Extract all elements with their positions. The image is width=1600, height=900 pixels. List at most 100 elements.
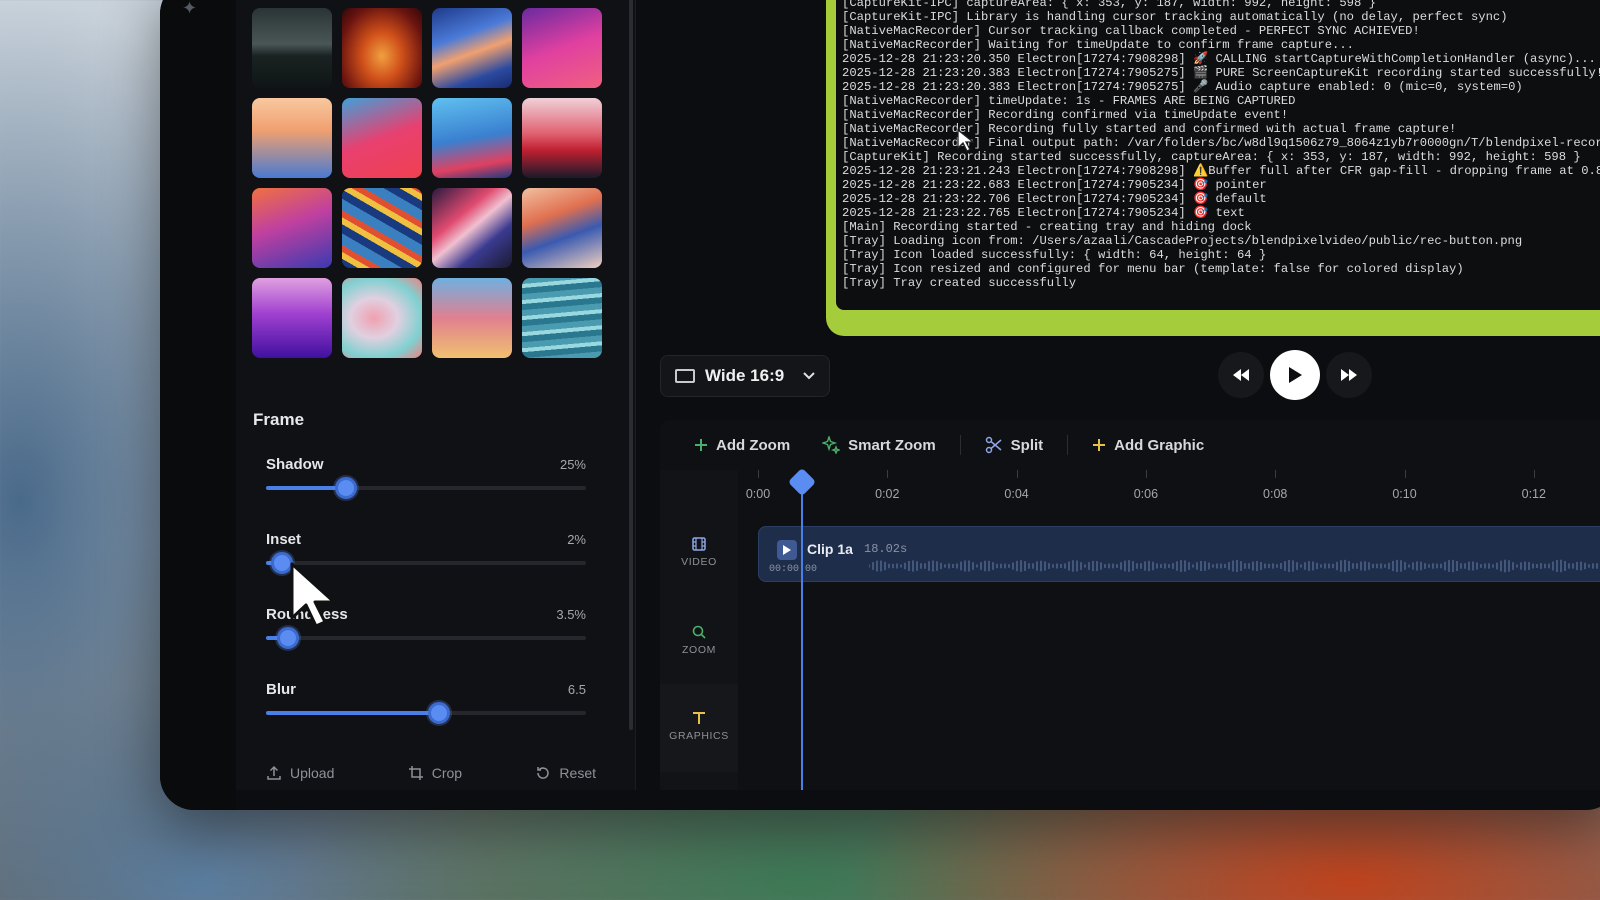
slider-value: 3.5% xyxy=(556,607,586,622)
aspect-ratio-dropdown[interactable]: Wide 16:9 xyxy=(660,355,830,397)
zoom-track-label[interactable]: ZOOM xyxy=(660,624,738,656)
upload-button[interactable]: Upload xyxy=(266,765,334,781)
wallpaper-thumb[interactable] xyxy=(522,98,602,178)
playhead-line[interactable] xyxy=(801,480,803,790)
mouse-cursor-icon xyxy=(290,562,336,628)
split-button[interactable]: Split xyxy=(985,436,1044,454)
ruler-label: 0:10 xyxy=(1392,487,1417,501)
split-label: Split xyxy=(1010,436,1044,454)
skip-forward-button[interactable] xyxy=(1326,352,1372,398)
add-graphic-label: Add Graphic xyxy=(1114,436,1205,454)
upload-icon xyxy=(267,765,281,780)
crop-icon xyxy=(408,766,423,780)
wallpaper-thumb[interactable] xyxy=(432,278,512,358)
ruler-tick xyxy=(1533,470,1535,478)
rewind-icon xyxy=(1233,369,1249,381)
slider-track[interactable] xyxy=(266,477,586,499)
scissors-icon xyxy=(985,436,1002,454)
slider-value: 6.5 xyxy=(567,682,586,697)
search-icon xyxy=(692,625,706,639)
terminal-line: [CaptureKit-IPC] captureArea: { x: 353, … xyxy=(842,0,1376,10)
clip-play-button[interactable] xyxy=(777,540,797,560)
slider-fill xyxy=(266,711,439,715)
play-button[interactable] xyxy=(1270,350,1320,400)
wallpaper-thumb[interactable] xyxy=(342,98,422,178)
wallpaper-thumb[interactable] xyxy=(252,278,332,358)
wallpaper-thumb[interactable] xyxy=(252,8,332,88)
slider-track[interactable] xyxy=(266,702,586,724)
terminal-line: [NativeMacRecorder] Waiting for timeUpda… xyxy=(842,38,1354,52)
wallpaper-thumb[interactable] xyxy=(522,188,602,268)
aspect-ratio-icon xyxy=(675,369,695,383)
skip-back-button[interactable] xyxy=(1218,352,1264,398)
ruler-label: 0:04 xyxy=(1004,487,1029,501)
slider-fill xyxy=(266,486,346,490)
zoom-label: ZOOM xyxy=(682,644,716,656)
wallpaper-thumb[interactable] xyxy=(342,8,422,88)
terminal-line: [Main] Recording started - creating tray… xyxy=(842,220,1252,234)
toolbar-divider xyxy=(1067,435,1069,455)
chevron-down-icon xyxy=(803,372,815,380)
smart-zoom-button[interactable]: Smart Zoom xyxy=(822,436,936,454)
wallpaper-thumb[interactable] xyxy=(252,188,332,268)
graphics-track-label[interactable]: GRAPHICS xyxy=(660,684,738,772)
add-zoom-label: Add Zoom xyxy=(716,436,791,454)
slider-track[interactable] xyxy=(266,627,586,649)
video-track-label[interactable]: VIDEO xyxy=(660,536,738,568)
terminal-line: 2025-12-28 21:23:20.383 Electron[17274:7… xyxy=(842,80,1523,94)
terminal-line: [NativeMacRecorder] Recording confirmed … xyxy=(842,108,1289,122)
video-label: VIDEO xyxy=(681,556,717,568)
smart-zoom-label: Smart Zoom xyxy=(848,436,936,454)
terminal-line: 2025-12-28 21:23:21.243 Electron[17274:7… xyxy=(842,164,1600,178)
wallpaper-thumb[interactable] xyxy=(342,188,422,268)
wallpaper-thumb[interactable] xyxy=(522,8,602,88)
fast-forward-icon xyxy=(1341,369,1357,381)
sidebar-strip: ✦ xyxy=(160,0,236,810)
frame-actions: Upload Crop Reset xyxy=(266,765,596,781)
wallpaper-thumb[interactable] xyxy=(252,98,332,178)
slider-label: Inset xyxy=(266,531,302,548)
wallpaper-thumb[interactable] xyxy=(432,188,512,268)
panel-scrollbar[interactable] xyxy=(629,0,633,730)
slider-thumb[interactable] xyxy=(335,477,357,499)
slider-thumb[interactable] xyxy=(427,702,450,724)
terminal-line: 2025-12-28 21:23:22.683 Electron[17274:7… xyxy=(842,178,1267,192)
timeline-ruler[interactable]: 0:00 0:02 0:04 0:06 0:08 0:10 0:12 xyxy=(740,470,1600,514)
add-zoom-button[interactable]: Add Zoom xyxy=(694,437,790,454)
terminal-line: [Tray] Loading icon from: /Users/azaali/… xyxy=(842,234,1523,248)
wallpaper-thumb[interactable] xyxy=(342,278,422,358)
aspect-ratio-label: Wide 16:9 xyxy=(705,366,785,385)
wallpaper-thumb[interactable] xyxy=(522,278,602,358)
pointer-cursor-icon xyxy=(957,128,975,152)
timeline-toolbar: Add Zoom Smart Zoom Split Add Graphic xyxy=(694,435,1236,455)
reset-button[interactable]: Reset xyxy=(535,765,596,781)
wallpaper-thumb[interactable] xyxy=(432,8,512,88)
reset-label: Reset xyxy=(559,765,596,781)
crop-button[interactable]: Crop xyxy=(408,765,462,781)
upload-label: Upload xyxy=(290,765,335,781)
clip-timecode: 00:00:00 xyxy=(769,564,818,575)
terminal-line: 2025-12-28 21:23:20.383 Electron[17274:7… xyxy=(842,66,1600,80)
sparkle-icon[interactable]: ✦ xyxy=(182,0,197,19)
wallpaper-grid xyxy=(252,0,602,358)
terminal-line: [Tray] Tray created successfully xyxy=(842,276,1077,290)
terminal-line: [Tray] Icon loaded successfully: { width… xyxy=(842,248,1267,262)
reset-icon xyxy=(537,767,550,779)
ruler-label: 0:02 xyxy=(875,487,900,501)
ruler-tick xyxy=(1145,470,1147,478)
slider-value: 25% xyxy=(559,457,586,472)
sparkle-icon xyxy=(822,436,841,454)
ruler-label: 0:06 xyxy=(1133,487,1159,501)
video-clip[interactable]: Clip 1a 18.02s 00:00:00 xyxy=(758,526,1600,582)
ruler-label: 0:00 xyxy=(745,487,771,501)
ruler-label: 0:08 xyxy=(1263,487,1288,501)
ruler-tick xyxy=(887,470,889,478)
terminal-line: [NativeMacRecorder] timeUpdate: 1s - FRA… xyxy=(842,94,1296,108)
ruler-label: 0:12 xyxy=(1521,487,1546,501)
plus-icon xyxy=(695,439,707,451)
preview-terminal: [NativeMacRecorder] Captured captureArea… xyxy=(836,0,1600,310)
graphics-label: GRAPHICS xyxy=(669,730,729,742)
add-graphic-button[interactable]: Add Graphic xyxy=(1092,437,1204,454)
wallpaper-thumb[interactable] xyxy=(432,98,512,178)
ruler-tick xyxy=(1275,470,1277,478)
